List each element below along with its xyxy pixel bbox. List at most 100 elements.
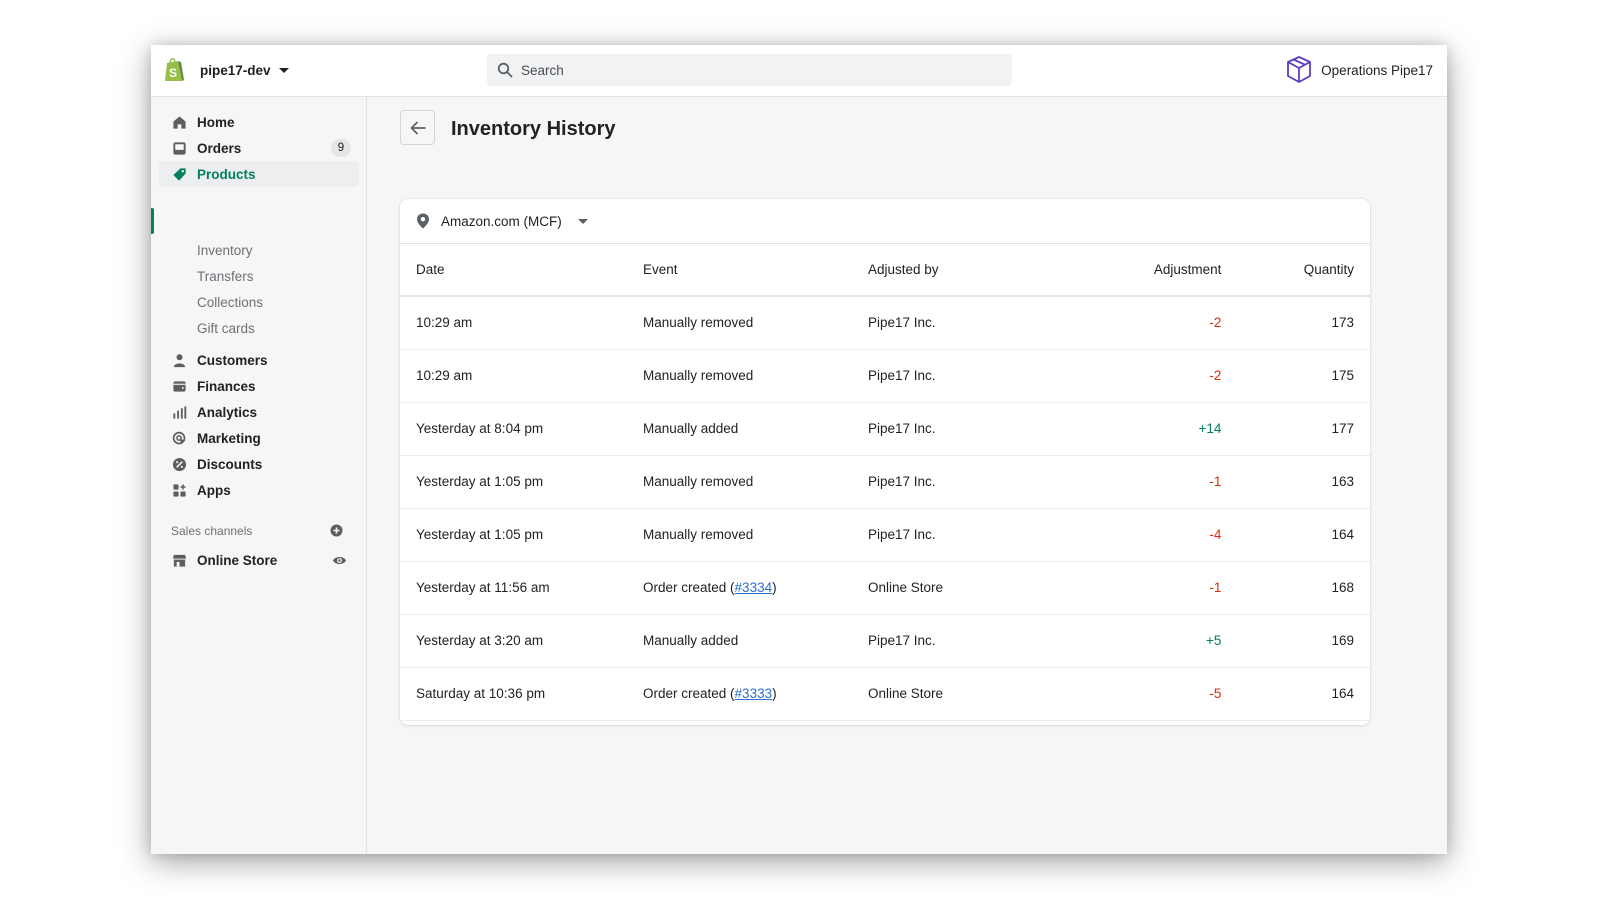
cell-quantity: 163 bbox=[1237, 455, 1370, 509]
sidebar-item-finances[interactable]: Finances bbox=[159, 373, 359, 399]
event-text: Manually removed bbox=[643, 527, 754, 542]
cell-date: 10:29 am bbox=[400, 296, 627, 350]
sidebar-item-label: Discounts bbox=[197, 456, 263, 472]
bar-chart-icon bbox=[171, 404, 187, 420]
event-text: Order created ( bbox=[643, 686, 735, 701]
sidebar-item-discounts[interactable]: Discounts bbox=[159, 451, 359, 477]
chevron-down-icon bbox=[577, 218, 588, 224]
orders-icon bbox=[171, 140, 187, 156]
main-content: Inventory History Amazon.com (MCF) Date … bbox=[368, 97, 1447, 854]
sidebar-item-home[interactable]: Home bbox=[159, 109, 359, 135]
search-input[interactable] bbox=[521, 62, 1001, 78]
sidebar-subitem-inventory[interactable]: Inventory bbox=[197, 243, 253, 258]
cell-event: Order created (#3334) bbox=[627, 561, 852, 615]
sidebar-item-label: Products bbox=[197, 166, 256, 182]
cell-adjustment: -1 bbox=[1077, 455, 1238, 509]
cell-adjustment: -5 bbox=[1077, 667, 1238, 721]
cell-date: Yesterday at 8:04 pm bbox=[400, 402, 627, 456]
tag-icon bbox=[171, 166, 187, 182]
cell-event: Manually added bbox=[627, 402, 852, 456]
event-text: Manually removed bbox=[643, 315, 754, 331]
table-row: Yesterday at 3:20 am Manually added Pipe17… bbox=[400, 614, 1370, 668]
event-text: Manually removed bbox=[643, 368, 754, 383]
sidebar-item-online-store[interactable]: Online Store bbox=[159, 547, 359, 573]
order-link[interactable]: #3334 bbox=[735, 580, 773, 595]
cell-adjustment: -2 bbox=[1077, 349, 1238, 403]
search-bar[interactable] bbox=[487, 54, 1012, 86]
back-button[interactable] bbox=[400, 110, 435, 145]
sidebar-item-apps[interactable]: Apps bbox=[159, 477, 359, 503]
cell-date: 10:29 am bbox=[400, 349, 627, 403]
wallet-icon bbox=[171, 378, 187, 394]
app-window: S pipe17-dev Operations Pipe17 bbox=[151, 45, 1447, 854]
cell-adjusted-by: Online Store bbox=[852, 561, 1077, 615]
table-row: Saturday at 10:36 pm Order created (#3333… bbox=[400, 667, 1370, 721]
package-box-icon bbox=[1287, 56, 1312, 83]
table-row: Yesterday at 11:56 am Order created (#333… bbox=[400, 561, 1370, 615]
eye-icon[interactable] bbox=[332, 553, 347, 568]
active-indicator bbox=[151, 208, 154, 234]
order-link[interactable]: #3333 bbox=[735, 686, 773, 701]
location-name: Amazon.com (MCF) bbox=[441, 213, 562, 229]
cell-adjusted-by: Pipe17 Inc. bbox=[852, 455, 1077, 509]
event-text: Manually removed bbox=[643, 474, 754, 489]
cell-date: Yesterday at 1:05 pm bbox=[400, 455, 627, 509]
cell-adjusted-by: Pipe17 Inc. bbox=[852, 349, 1077, 403]
svg-text:S: S bbox=[169, 66, 177, 80]
add-sales-channel-icon[interactable] bbox=[330, 524, 343, 537]
chevron-down-icon bbox=[278, 68, 289, 73]
search-icon bbox=[497, 62, 513, 78]
column-header-adjusted-by[interactable]: Adjusted by bbox=[852, 244, 1077, 297]
location-selector[interactable]: Amazon.com (MCF) bbox=[416, 213, 588, 229]
account-menu[interactable]: Operations Pipe17 bbox=[1285, 55, 1433, 85]
event-text-close: ) bbox=[772, 580, 777, 595]
column-header-date[interactable]: Date bbox=[400, 244, 627, 297]
sidebar-item-customers[interactable]: Customers bbox=[159, 347, 359, 373]
cell-adjusted-by: Pipe17 Inc. bbox=[852, 296, 1077, 350]
sidebar-item-products[interactable]: Products bbox=[159, 161, 359, 187]
sidebar-subitem-transfers[interactable]: Transfers bbox=[197, 269, 254, 284]
table-row: 10:29 am Manually removed Pipe17 Inc. -2 173 bbox=[400, 296, 1370, 350]
cell-date: Yesterday at 11:56 am bbox=[400, 561, 627, 615]
sidebar-subitem-collections[interactable]: Collections bbox=[197, 295, 263, 310]
column-header-event[interactable]: Event bbox=[627, 244, 852, 297]
sidebar-item-orders[interactable]: Orders 9 bbox=[159, 135, 359, 161]
cell-quantity: 164 bbox=[1237, 667, 1370, 721]
top-bar: S pipe17-dev Operations Pipe17 bbox=[151, 45, 1447, 97]
cell-event: Manually removed bbox=[627, 455, 852, 509]
cell-event: Manually removed bbox=[627, 349, 852, 403]
event-text: Manually added bbox=[643, 633, 739, 648]
column-header-adjustment[interactable]: Adjustment bbox=[1077, 244, 1238, 297]
cell-adjusted-by: Pipe17 Inc. bbox=[852, 402, 1077, 456]
cell-quantity: 175 bbox=[1237, 349, 1370, 403]
sidebar-item-marketing[interactable]: Marketing bbox=[159, 425, 359, 451]
store-switcher[interactable]: pipe17-dev bbox=[200, 63, 289, 78]
cell-date: Yesterday at 1:05 pm bbox=[400, 508, 627, 562]
sidebar-subitem-gift-cards[interactable]: Gift cards bbox=[197, 321, 255, 336]
cell-quantity: 169 bbox=[1237, 614, 1370, 668]
cell-adjusted-by: Pipe17 Inc. bbox=[852, 508, 1077, 562]
cell-date: Saturday at 10:36 pm bbox=[400, 667, 627, 721]
sidebar-item-label: Online Store bbox=[197, 552, 278, 568]
account-name: Operations Pipe17 bbox=[1321, 62, 1433, 78]
cell-quantity: 173 bbox=[1237, 296, 1370, 350]
sidebar-item-label: Apps bbox=[197, 482, 231, 498]
column-header-quantity[interactable]: Quantity bbox=[1237, 244, 1370, 297]
sidebar-item-analytics[interactable]: Analytics bbox=[159, 399, 359, 425]
event-text: Order created ( bbox=[643, 580, 735, 595]
table-row: Yesterday at 8:04 pm Manually added Pipe17… bbox=[400, 402, 1370, 456]
shopify-logo-icon[interactable]: S bbox=[163, 57, 185, 83]
home-icon bbox=[171, 114, 187, 130]
sidebar: Home Orders 9 Products Inventory Transfe… bbox=[151, 97, 367, 854]
cell-adjusted-by: Online Store bbox=[852, 667, 1077, 721]
location-pin-icon bbox=[417, 213, 429, 229]
cell-quantity: 168 bbox=[1237, 561, 1370, 615]
cell-adjustment: +14 bbox=[1077, 402, 1238, 456]
store-icon bbox=[171, 552, 187, 568]
cell-adjustment: -2 bbox=[1077, 296, 1238, 350]
arrow-left-icon bbox=[410, 121, 426, 134]
apps-icon bbox=[171, 482, 187, 498]
event-text-close: ) bbox=[772, 686, 777, 701]
sidebar-item-label: Marketing bbox=[197, 430, 261, 446]
table-row: Yesterday at 1:05 pm Manually removed Pipe… bbox=[400, 455, 1370, 509]
